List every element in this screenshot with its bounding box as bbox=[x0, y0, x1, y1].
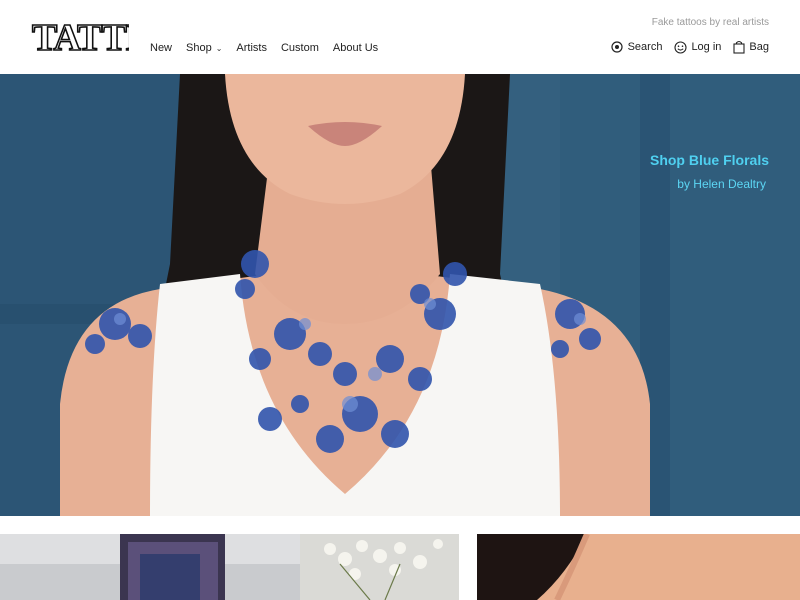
nav-artists-label: Artists bbox=[236, 42, 267, 54]
nav-about-us[interactable]: About Us bbox=[333, 42, 378, 54]
promo-image-right bbox=[477, 534, 800, 600]
smiley-icon bbox=[674, 40, 687, 54]
promo-image-left bbox=[0, 534, 459, 600]
site-header: TATTLY New Shop ⌄ Artists Custom About U… bbox=[0, 0, 800, 74]
nav-custom-label: Custom bbox=[280, 42, 319, 54]
search-link[interactable]: Search bbox=[610, 40, 663, 54]
hero-title-link[interactable]: Shop Blue Florals bbox=[650, 152, 769, 168]
utility-nav: Search Log in Bag bbox=[610, 40, 769, 54]
nav-new-label: New bbox=[150, 42, 173, 54]
search-label: Search bbox=[627, 41, 663, 53]
nav-artists[interactable]: Artists bbox=[236, 42, 267, 54]
nav-about-label: About Us bbox=[332, 42, 379, 54]
login-label: Log in bbox=[691, 41, 722, 53]
svg-text:TATTLY: TATTLY bbox=[32, 17, 129, 56]
promo-tile-left[interactable] bbox=[0, 534, 459, 600]
hero-image bbox=[0, 74, 800, 516]
nav-shop-label: Shop bbox=[186, 42, 212, 54]
hero-banner[interactable]: Shop Blue Florals by Helen Dealtry bbox=[0, 74, 800, 516]
bag-link[interactable]: Bag bbox=[733, 40, 769, 54]
tagline: Fake tattoos by real artists bbox=[651, 17, 769, 28]
nav-custom[interactable]: Custom bbox=[281, 42, 319, 54]
nav-shop[interactable]: Shop ⌄ bbox=[186, 42, 222, 54]
login-link[interactable]: Log in bbox=[674, 40, 722, 54]
chevron-down-icon: ⌄ bbox=[215, 43, 223, 53]
promo-tile-right[interactable] bbox=[477, 534, 800, 600]
search-icon bbox=[610, 40, 624, 54]
hero-subtitle: by Helen Dealtry bbox=[677, 177, 766, 191]
bag-icon bbox=[733, 40, 745, 54]
logo-wordmark: TATTLY bbox=[31, 16, 129, 56]
main-nav: New Shop ⌄ Artists Custom About Us bbox=[150, 42, 392, 54]
bag-label: Bag bbox=[749, 41, 769, 53]
tattly-logo[interactable]: TATTLY bbox=[31, 16, 129, 56]
nav-new[interactable]: New bbox=[150, 42, 172, 54]
